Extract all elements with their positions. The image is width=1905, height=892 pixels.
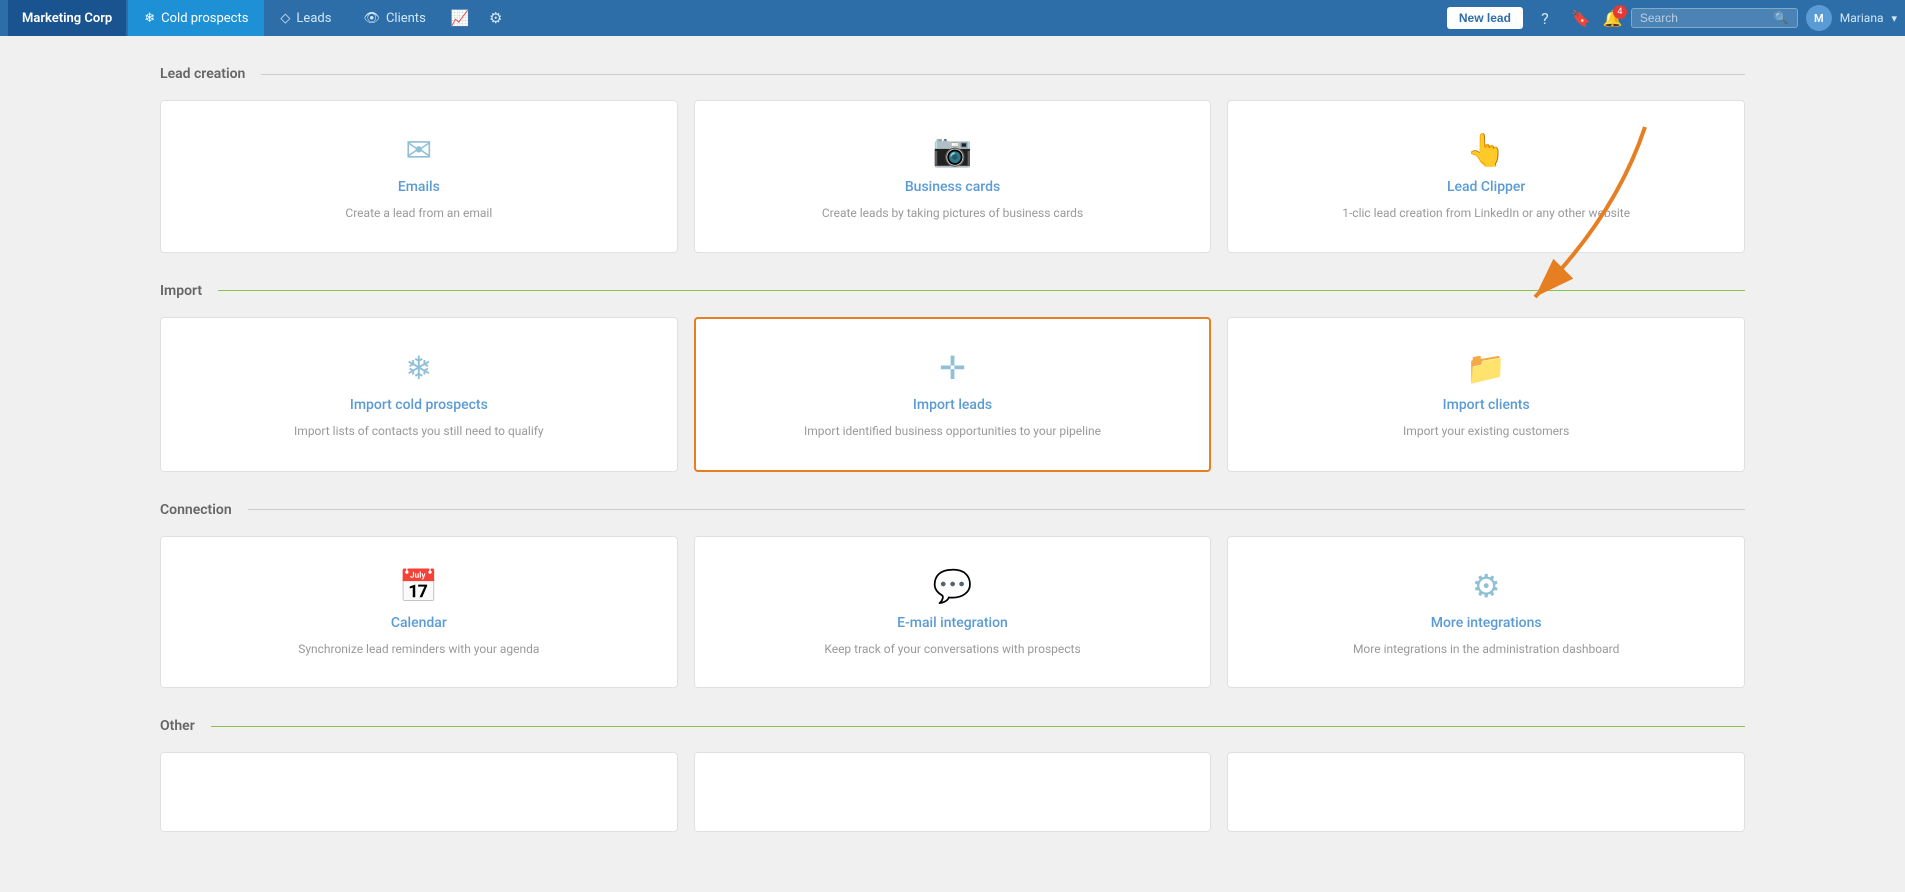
cursor-icon: 👆 bbox=[1466, 131, 1506, 169]
email-integration-title: E-mail integration bbox=[897, 615, 1008, 631]
nav-clients[interactable]: 👁 Clients bbox=[347, 0, 441, 36]
import-divider bbox=[218, 290, 1745, 291]
emails-card-desc: Create a lead from an email bbox=[345, 205, 492, 222]
other-card-2[interactable] bbox=[694, 752, 1212, 832]
bookmark-icon[interactable]: 🔖 bbox=[1567, 4, 1595, 32]
new-lead-button[interactable]: New lead bbox=[1447, 7, 1523, 29]
snowflake-import-icon: ❄ bbox=[405, 349, 432, 387]
lead-creation-title: Lead creation bbox=[160, 66, 245, 82]
lead-clipper-desc: 1-clic lead creation from LinkedIn or an… bbox=[1342, 205, 1630, 222]
more-integrations-title: More integrations bbox=[1431, 615, 1542, 631]
nav-leads[interactable]: ◇ Leads bbox=[264, 0, 347, 36]
snowflake-icon: ❄ bbox=[144, 11, 155, 26]
user-dropdown-arrow[interactable]: ▾ bbox=[1891, 12, 1897, 25]
brand-logo[interactable]: Marketing Corp bbox=[8, 0, 126, 36]
emails-card[interactable]: ✉ Emails Create a lead from an email bbox=[160, 100, 678, 253]
lead-creation-divider bbox=[261, 74, 1745, 75]
search-input[interactable] bbox=[1640, 11, 1770, 25]
lead-creation-section-header: Lead creation bbox=[160, 66, 1745, 82]
navbar: Marketing Corp ❄ Cold prospects ◇ Leads … bbox=[0, 0, 1905, 36]
camera-icon: 📷 bbox=[933, 131, 973, 169]
other-section-header: Other bbox=[160, 718, 1745, 734]
diamond-icon: ◇ bbox=[280, 11, 290, 26]
avatar: M bbox=[1806, 5, 1832, 31]
calendar-card-title: Calendar bbox=[391, 615, 447, 631]
calendar-icon: 📅 bbox=[399, 567, 439, 605]
other-card-1[interactable] bbox=[160, 752, 678, 832]
username-label[interactable]: Mariana bbox=[1840, 11, 1884, 25]
email-integration-desc: Keep track of your conversations with pr… bbox=[824, 641, 1080, 658]
folder-icon: 📁 bbox=[1466, 349, 1506, 387]
email-icon: ✉ bbox=[405, 131, 432, 169]
connection-divider bbox=[248, 509, 1745, 510]
import-clients-title: Import clients bbox=[1443, 397, 1530, 413]
import-cold-prospects-card[interactable]: ❄ Import cold prospects Import lists of … bbox=[160, 317, 678, 472]
more-integrations-card[interactable]: ⚙ More integrations More integrations in… bbox=[1227, 536, 1745, 689]
notification-badge: 4 bbox=[1613, 5, 1627, 19]
import-leads-card[interactable]: ✛ Import leads Import identified busines… bbox=[694, 317, 1212, 472]
import-cold-prospects-title: Import cold prospects bbox=[350, 397, 488, 413]
lead-clipper-card[interactable]: 👆 Lead Clipper 1-clic lead creation from… bbox=[1227, 100, 1745, 253]
search-box[interactable]: 🔍 bbox=[1631, 8, 1798, 28]
help-icon[interactable]: ? bbox=[1531, 4, 1559, 32]
main-content: Lead creation ✉ Emails Create a lead fro… bbox=[0, 36, 1905, 892]
lead-creation-cards: ✉ Emails Create a lead from an email 📷 B… bbox=[160, 100, 1745, 253]
import-leads-desc: Import identified business opportunities… bbox=[804, 423, 1101, 440]
connection-cards: 📅 Calendar Synchronize lead reminders wi… bbox=[160, 536, 1745, 689]
crosshair-icon: ✛ bbox=[939, 349, 966, 387]
chart-icon[interactable]: 📈 bbox=[442, 0, 478, 36]
emails-card-title: Emails bbox=[398, 179, 440, 195]
other-title: Other bbox=[160, 718, 195, 734]
import-clients-desc: Import your existing customers bbox=[1403, 423, 1569, 440]
calendar-card[interactable]: 📅 Calendar Synchronize lead reminders wi… bbox=[160, 536, 678, 689]
import-section-header: Import bbox=[160, 283, 1745, 299]
connection-title: Connection bbox=[160, 502, 232, 518]
search-magnifier-icon: 🔍 bbox=[1774, 11, 1789, 25]
business-cards-desc: Create leads by taking pictures of busin… bbox=[822, 205, 1083, 222]
more-integrations-desc: More integrations in the administration … bbox=[1353, 641, 1619, 658]
gears-icon: ⚙ bbox=[1472, 567, 1501, 605]
connection-section-header: Connection bbox=[160, 502, 1745, 518]
other-card-3[interactable] bbox=[1227, 752, 1745, 832]
lead-clipper-title: Lead Clipper bbox=[1447, 179, 1525, 195]
calendar-card-desc: Synchronize lead reminders with your age… bbox=[298, 641, 539, 658]
other-cards bbox=[160, 752, 1745, 832]
other-divider bbox=[211, 726, 1745, 727]
business-cards-card[interactable]: 📷 Business cards Create leads by taking … bbox=[694, 100, 1212, 253]
notifications-bell[interactable]: 🔔 4 bbox=[1603, 9, 1623, 28]
email-integration-card[interactable]: 💬 E-mail integration Keep track of your … bbox=[694, 536, 1212, 689]
settings-icon[interactable]: ⚙ bbox=[478, 0, 514, 36]
nav-cold-prospects[interactable]: ❄ Cold prospects bbox=[128, 0, 264, 36]
nav-right-section: New lead ? 🔖 🔔 4 🔍 M Mariana ▾ bbox=[1447, 4, 1897, 32]
import-leads-title: Import leads bbox=[913, 397, 992, 413]
import-cards-container: ❄ Import cold prospects Import lists of … bbox=[160, 317, 1745, 472]
eye-icon: 👁 bbox=[363, 11, 380, 26]
import-cold-prospects-desc: Import lists of contacts you still need … bbox=[294, 423, 544, 440]
import-cards: ❄ Import cold prospects Import lists of … bbox=[160, 317, 1745, 472]
import-clients-card[interactable]: 📁 Import clients Import your existing cu… bbox=[1227, 317, 1745, 472]
business-cards-title: Business cards bbox=[905, 179, 1000, 195]
chat-icon: 💬 bbox=[933, 567, 973, 605]
import-title: Import bbox=[160, 283, 202, 299]
